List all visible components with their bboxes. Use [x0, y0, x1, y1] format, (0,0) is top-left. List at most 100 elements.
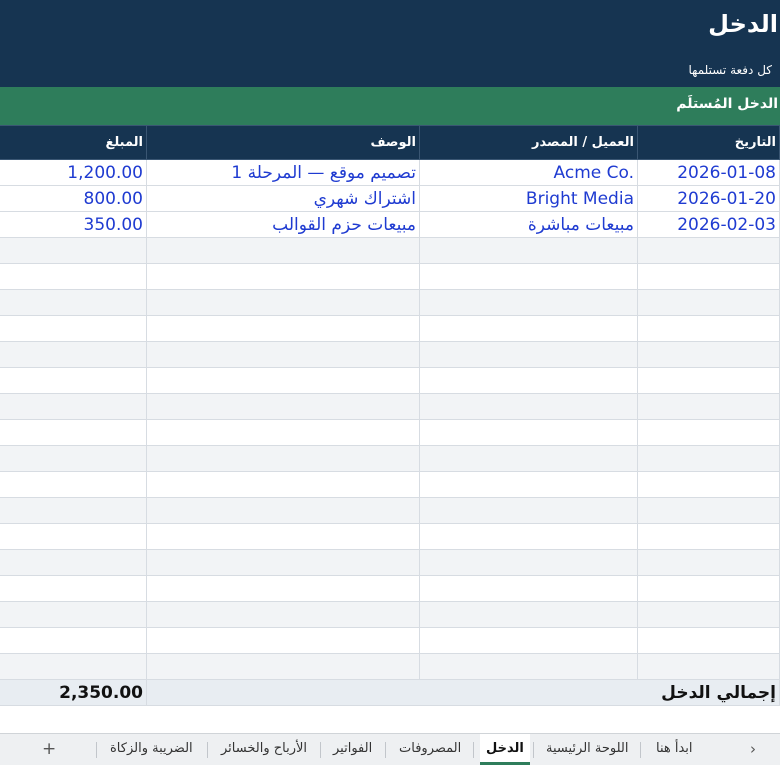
- tab-tax-zakat[interactable]: الضريبة والزكاة: [110, 734, 193, 765]
- empty-cell[interactable]: [0, 393, 147, 420]
- tab-profit-loss[interactable]: الأرباح والخسائر: [221, 734, 307, 765]
- empty-cell[interactable]: [0, 497, 147, 524]
- empty-cell[interactable]: [419, 237, 638, 264]
- empty-cell[interactable]: [146, 393, 420, 420]
- empty-cell[interactable]: [0, 575, 147, 602]
- page-title: الدخل: [708, 10, 778, 38]
- empty-cell[interactable]: [419, 289, 638, 316]
- empty-cell[interactable]: [637, 237, 780, 264]
- tab-income[interactable]: الدخل: [480, 734, 530, 765]
- empty-cell[interactable]: [146, 471, 420, 498]
- empty-cell[interactable]: [419, 575, 638, 602]
- empty-cell[interactable]: [419, 471, 638, 498]
- empty-cell[interactable]: [637, 653, 780, 680]
- empty-cell[interactable]: [0, 653, 147, 680]
- empty-cell[interactable]: [146, 653, 420, 680]
- empty-cell[interactable]: [419, 393, 638, 420]
- empty-cell[interactable]: [0, 523, 147, 550]
- empty-cell[interactable]: [637, 523, 780, 550]
- empty-cell[interactable]: [0, 549, 147, 576]
- empty-cell[interactable]: [146, 367, 420, 394]
- empty-cell[interactable]: [637, 575, 780, 602]
- empty-cell[interactable]: [146, 445, 420, 472]
- empty-cell[interactable]: [637, 367, 780, 394]
- column-header-date[interactable]: التاريخ: [637, 125, 780, 160]
- empty-cell[interactable]: [637, 445, 780, 472]
- empty-cell[interactable]: [637, 627, 780, 654]
- empty-cell[interactable]: [419, 445, 638, 472]
- empty-cell[interactable]: [146, 497, 420, 524]
- client-cell[interactable]: Bright Media: [419, 185, 638, 212]
- empty-cell[interactable]: [419, 367, 638, 394]
- empty-cell[interactable]: [637, 471, 780, 498]
- empty-cell[interactable]: [146, 237, 420, 264]
- empty-row: [0, 393, 780, 420]
- empty-cell[interactable]: [146, 575, 420, 602]
- column-header-amount[interactable]: المبلغ: [0, 125, 147, 160]
- empty-cell[interactable]: [637, 393, 780, 420]
- empty-cell[interactable]: [146, 263, 420, 290]
- empty-cell[interactable]: [637, 263, 780, 290]
- empty-cell[interactable]: [146, 627, 420, 654]
- empty-cell[interactable]: [419, 263, 638, 290]
- empty-cell[interactable]: [0, 601, 147, 628]
- empty-cell[interactable]: [0, 445, 147, 472]
- tab-expenses[interactable]: المصروفات: [399, 734, 461, 765]
- empty-cell[interactable]: [419, 419, 638, 446]
- amount-cell[interactable]: 1,200.00: [0, 159, 147, 186]
- empty-cell[interactable]: [637, 341, 780, 368]
- empty-cell[interactable]: [637, 549, 780, 576]
- client-cell[interactable]: مبيعات مباشرة: [419, 211, 638, 238]
- description-cell[interactable]: مبيعات حزم القوالب: [146, 211, 420, 238]
- empty-cell[interactable]: [419, 549, 638, 576]
- empty-cell[interactable]: [637, 601, 780, 628]
- empty-cell[interactable]: [0, 341, 147, 368]
- empty-cell[interactable]: [637, 315, 780, 342]
- amount-cell[interactable]: 350.00: [0, 211, 147, 238]
- empty-cell[interactable]: [637, 419, 780, 446]
- empty-cell[interactable]: [146, 315, 420, 342]
- tab-invoices[interactable]: الفواتير: [333, 734, 372, 765]
- empty-cell[interactable]: [146, 601, 420, 628]
- empty-cell[interactable]: [419, 497, 638, 524]
- empty-cell[interactable]: [0, 471, 147, 498]
- column-header-client[interactable]: العميل / المصدر: [419, 125, 638, 160]
- empty-cell[interactable]: [0, 263, 147, 290]
- empty-cell[interactable]: [146, 549, 420, 576]
- empty-cell[interactable]: [146, 419, 420, 446]
- empty-cell[interactable]: [0, 627, 147, 654]
- tab-separator: [533, 742, 534, 758]
- date-cell[interactable]: 2026-01-08: [637, 159, 780, 186]
- empty-cell[interactable]: [146, 523, 420, 550]
- date-cell[interactable]: 2026-02-03: [637, 211, 780, 238]
- empty-cell[interactable]: [419, 653, 638, 680]
- table-row: 2026-01-20 Bright Media اشتراك شهري 800.…: [0, 185, 780, 212]
- empty-cell[interactable]: [0, 289, 147, 316]
- empty-cell[interactable]: [146, 289, 420, 316]
- empty-cell[interactable]: [0, 315, 147, 342]
- empty-cell[interactable]: [0, 419, 147, 446]
- add-sheet-icon[interactable]: +: [42, 734, 56, 765]
- column-header-description[interactable]: الوصف: [146, 125, 420, 160]
- empty-cell[interactable]: [146, 341, 420, 368]
- empty-cell[interactable]: [419, 315, 638, 342]
- empty-cell[interactable]: [419, 627, 638, 654]
- empty-row: [0, 497, 780, 524]
- empty-cell[interactable]: [0, 237, 147, 264]
- empty-cell[interactable]: [0, 367, 147, 394]
- tab-start-here[interactable]: ابدأ هنا: [656, 734, 693, 765]
- description-cell[interactable]: اشتراك شهري: [146, 185, 420, 212]
- amount-cell[interactable]: 800.00: [0, 185, 147, 212]
- description-cell[interactable]: تصميم موقع — المرحلة 1: [146, 159, 420, 186]
- empty-row: [0, 601, 780, 628]
- empty-cell[interactable]: [637, 497, 780, 524]
- date-cell[interactable]: 2026-01-20: [637, 185, 780, 212]
- empty-row: [0, 523, 780, 550]
- empty-cell[interactable]: [419, 523, 638, 550]
- empty-cell[interactable]: [419, 341, 638, 368]
- tab-dashboard[interactable]: اللوحة الرئيسية: [546, 734, 629, 765]
- scroll-tabs-icon[interactable]: ›: [750, 734, 756, 765]
- empty-cell[interactable]: [637, 289, 780, 316]
- empty-cell[interactable]: [419, 601, 638, 628]
- client-cell[interactable]: Acme Co.: [419, 159, 638, 186]
